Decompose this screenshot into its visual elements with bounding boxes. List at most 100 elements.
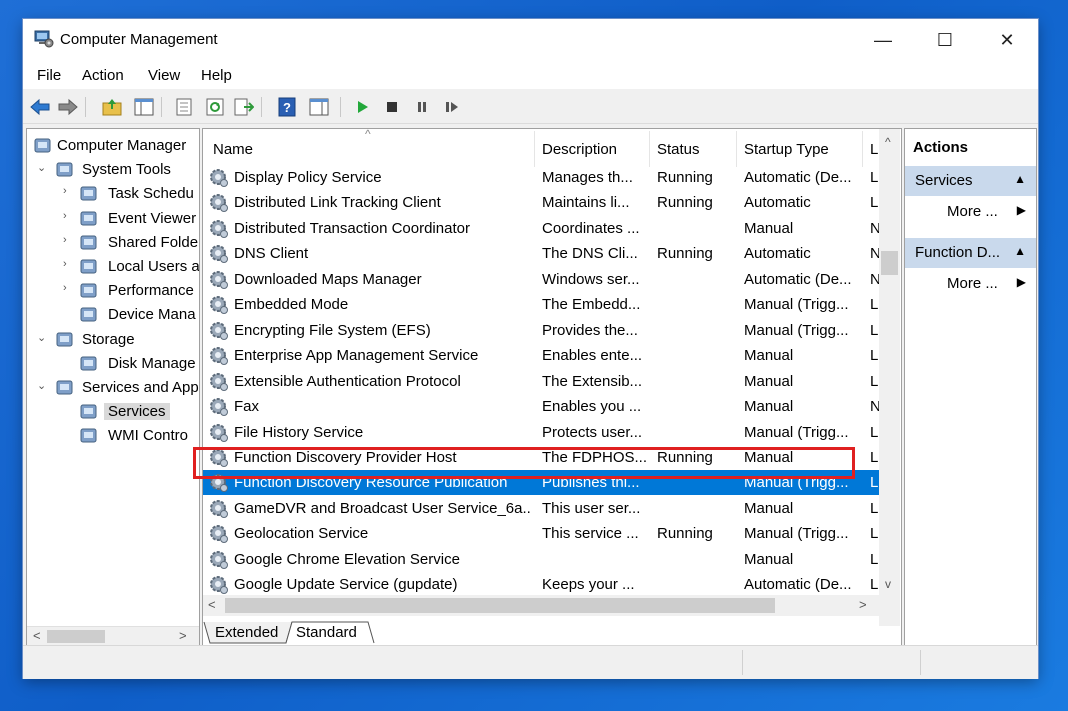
table-row[interactable]: Geolocation Service This service ... Runni… <box>203 521 879 546</box>
table-row[interactable]: Encrypting File System (EFS) Provides the… <box>203 318 879 343</box>
service-gear-icon <box>210 474 228 493</box>
action-more-function-discovery[interactable]: More ... ▶ <box>905 269 1036 299</box>
column-header-status[interactable]: Status <box>657 141 700 158</box>
table-row[interactable]: DNS Client The DNS Cli... Running Automatic… <box>203 241 881 266</box>
tree-expander-icon[interactable]: › <box>63 258 73 270</box>
table-row[interactable]: Fax Enables you ... Manual N <box>203 394 881 419</box>
tree-item[interactable]: ⌄ Storage <box>27 328 199 350</box>
tree-item[interactable]: › Event Viewer <box>27 207 199 229</box>
forward-arrow-icon[interactable] <box>57 96 79 118</box>
tree-scroll-thumb[interactable] <box>47 630 105 643</box>
tree-horizontal-scrollbar[interactable]: < > <box>27 626 199 646</box>
list-horizontal-thumb[interactable] <box>225 598 775 613</box>
menu-action[interactable]: Action <box>82 67 124 84</box>
list-scroll-down[interactable]: v <box>885 577 891 591</box>
tree-item[interactable]: Device Mana <box>27 303 199 325</box>
properties-icon[interactable] <box>173 96 195 118</box>
tree-item[interactable]: › Local Users a <box>27 255 199 277</box>
help-icon[interactable]: ? <box>276 96 298 118</box>
table-row[interactable]: File History Service Protects user... Manu… <box>203 420 879 445</box>
tree-item[interactable]: WMI Contro <box>27 424 199 446</box>
list-scroll-left[interactable]: < <box>208 597 216 612</box>
cell-description: Coordinates ... <box>542 219 640 237</box>
action-group-services[interactable]: Services ▲ <box>905 166 1036 196</box>
list-vertical-scrollbar[interactable]: ^ v <box>879 129 900 626</box>
tree-item[interactable]: ⌄ System Tools <box>27 158 199 180</box>
close-button[interactable]: ✕ <box>976 19 1038 61</box>
service-gear-icon <box>210 525 228 544</box>
action-more-services[interactable]: More ... ▶ <box>905 197 1036 227</box>
tree-expander-icon[interactable]: ⌄ <box>37 161 47 174</box>
menu-file[interactable]: File <box>37 67 61 84</box>
collapse-up-icon[interactable]: ▲ <box>1014 172 1026 186</box>
tree-item[interactable]: › Performance <box>27 279 199 301</box>
tree-item[interactable]: › Task Schedu <box>27 182 199 204</box>
tree-expander-icon[interactable]: › <box>63 210 73 222</box>
table-row[interactable]: Enterprise App Management Service Enables… <box>203 343 879 368</box>
table-row[interactable]: Embedded Mode The Embedd... Manual (Trigg.… <box>203 292 879 317</box>
title-bar[interactable]: Computer Management — ☐ ✕ <box>23 19 1038 61</box>
tree-expander-icon[interactable]: ⌄ <box>37 379 47 392</box>
cell-startup: Manual (Trigg... <box>744 321 849 339</box>
minimize-button[interactable]: — <box>852 19 914 61</box>
list-scroll-up[interactable]: ^ <box>885 135 891 149</box>
tab-standard[interactable]: Standard <box>296 624 357 641</box>
tree-item[interactable]: ⌄ Services and App <box>27 376 199 398</box>
tree-item[interactable]: Disk Manage <box>27 352 199 374</box>
table-row[interactable]: Function Discovery Provider Host The FDPH… <box>203 445 879 470</box>
table-row[interactable]: Downloaded Maps Manager Windows ser... Aut… <box>203 267 881 292</box>
restart-icon[interactable] <box>441 96 463 118</box>
table-row[interactable]: Function Discovery Resource Publication P… <box>203 470 879 496</box>
stop-icon[interactable] <box>381 96 403 118</box>
tab-extended[interactable]: Extended <box>215 624 278 641</box>
table-row[interactable]: GameDVR and Broadcast User Service_6a...… <box>203 496 879 521</box>
tree-expander-icon[interactable]: › <box>63 282 73 294</box>
tree-item-label: Services <box>104 403 170 421</box>
console-tree[interactable]: < > Computer Manager ⌄ System Tools › Task S… <box>26 128 200 647</box>
tree-item[interactable]: › Shared Folde <box>27 231 199 253</box>
list-scroll-right[interactable]: > <box>859 597 867 612</box>
tree-scroll-left[interactable]: < <box>33 628 41 643</box>
pause-icon[interactable] <box>411 96 433 118</box>
menu-help[interactable]: Help <box>201 67 232 84</box>
list-vertical-thumb[interactable] <box>881 251 898 275</box>
collapse-up-icon[interactable]: ▲ <box>1014 244 1026 258</box>
table-row[interactable]: Extensible Authentication Protocol The Ex… <box>203 369 879 394</box>
tree-scroll-right[interactable]: > <box>179 628 187 643</box>
refresh-icon[interactable] <box>204 96 226 118</box>
column-header-name[interactable]: Name <box>213 141 253 158</box>
tree-item[interactable]: Computer Manager <box>27 134 199 156</box>
column-header-description[interactable]: Description <box>542 141 617 158</box>
table-row[interactable]: Google Update Service (gupdate) Keeps you… <box>203 572 879 597</box>
action-pane-icon[interactable] <box>308 96 330 118</box>
table-row[interactable]: Distributed Link Tracking Client Maintain… <box>203 190 879 215</box>
column-header-log-on-as[interactable]: L <box>870 141 878 158</box>
service-gear-icon <box>210 321 228 340</box>
up-folder-icon[interactable] <box>101 96 123 118</box>
tree-item-label: Computer Manager <box>57 137 187 154</box>
toolbar: ? <box>23 91 1038 124</box>
services-list[interactable]: ^ Name Description Status Startup Type L… <box>202 128 902 647</box>
back-arrow-icon[interactable] <box>29 96 51 118</box>
tree-item-label: Performance <box>108 282 194 300</box>
start-icon[interactable] <box>352 96 374 118</box>
tree-expander-icon[interactable]: › <box>63 185 73 197</box>
maximize-button[interactable]: ☐ <box>914 19 976 61</box>
column-header-startup-type[interactable]: Startup Type <box>744 141 829 158</box>
action-group-function-discovery[interactable]: Function D... ▲ <box>905 238 1036 268</box>
list-horizontal-scrollbar[interactable]: < > <box>203 595 879 616</box>
table-row[interactable]: Display Policy Service Manages th... Runni… <box>203 165 879 190</box>
cell-startup: Manual <box>744 448 794 466</box>
show-tree-icon[interactable] <box>133 96 155 118</box>
tree-item[interactable]: Services <box>27 400 199 422</box>
menu-view[interactable]: View <box>148 67 180 84</box>
cell-name: Downloaded Maps Manager <box>234 270 422 288</box>
export-list-icon[interactable] <box>233 96 255 118</box>
service-gear-icon <box>210 448 228 467</box>
tree-expander-icon[interactable]: › <box>63 234 73 246</box>
tree-expander-icon[interactable]: ⌄ <box>37 331 47 344</box>
tree-item-label: Device Mana <box>108 306 196 324</box>
table-row[interactable]: Distributed Transaction Coordinator Coord… <box>203 216 881 241</box>
service-gear-icon <box>210 423 228 442</box>
table-row[interactable]: Google Chrome Elevation Service Manual L <box>203 547 879 572</box>
